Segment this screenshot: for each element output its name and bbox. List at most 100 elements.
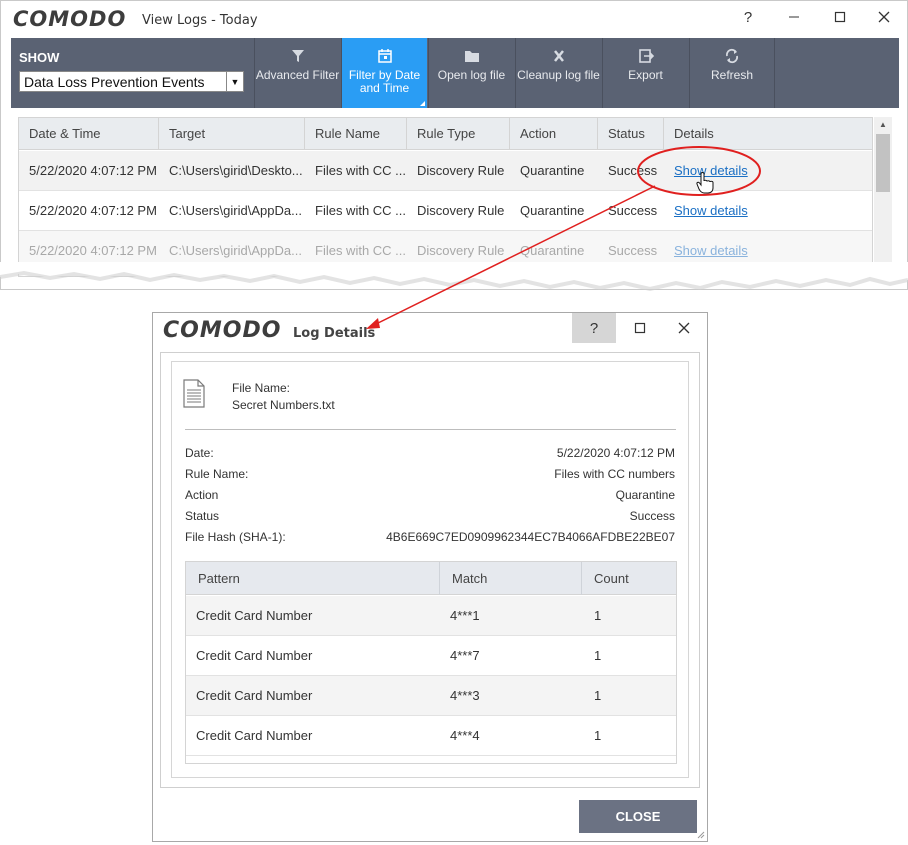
close-window-button[interactable] bbox=[662, 313, 706, 343]
vertical-scrollbar[interactable]: ▲ bbox=[874, 117, 892, 277]
cell-count: 1 bbox=[594, 648, 602, 663]
folder-icon bbox=[464, 51, 479, 62]
export-button[interactable]: Export bbox=[602, 38, 688, 108]
column-header[interactable]: Rule Type bbox=[407, 118, 510, 150]
close-button[interactable]: CLOSE bbox=[579, 800, 697, 833]
cell-match: 4***7 bbox=[450, 648, 480, 663]
table-row[interactable]: Credit Card Number 4***3 1 bbox=[186, 676, 676, 716]
cell-action: Quarantine bbox=[520, 163, 585, 178]
status-value: Success bbox=[629, 509, 675, 523]
refresh-button[interactable]: Refresh bbox=[689, 38, 775, 108]
action-label: Action bbox=[185, 488, 219, 502]
x-icon bbox=[553, 50, 564, 62]
show-label: SHOW bbox=[19, 50, 60, 65]
cell-match: 4***1 bbox=[450, 608, 480, 623]
show-details-link[interactable]: Show details bbox=[674, 163, 748, 178]
cell-rule-type: Discovery Rule bbox=[417, 163, 505, 178]
column-header[interactable]: Action bbox=[510, 118, 598, 150]
rule-name-value: Files with CC numbers bbox=[554, 467, 675, 481]
show-dropdown-value: Data Loss Prevention Events bbox=[24, 73, 205, 90]
window-title: View Logs - Today bbox=[142, 13, 258, 28]
log-table: Date & Time Target Rule Name Rule Type A… bbox=[18, 117, 873, 277]
status-label: Status bbox=[185, 509, 220, 523]
show-details-link[interactable]: Show details bbox=[674, 203, 748, 218]
filter-by-date-button[interactable]: Filter by Date and Time bbox=[341, 38, 427, 108]
help-button[interactable]: ? bbox=[725, 1, 771, 33]
scroll-up-icon[interactable]: ▲ bbox=[874, 117, 892, 133]
cell-pattern: Credit Card Number bbox=[196, 728, 313, 743]
cell-pattern: Credit Card Number bbox=[196, 648, 313, 663]
cell-rule-name: Files with CC ... bbox=[315, 163, 407, 178]
cell-match: 4***4 bbox=[450, 728, 480, 743]
minimize-icon bbox=[789, 16, 799, 18]
maximize-button[interactable] bbox=[618, 313, 662, 343]
help-button[interactable]: ? bbox=[572, 313, 616, 343]
column-header[interactable]: Target bbox=[159, 118, 305, 150]
advanced-filter-label: Advanced Filter bbox=[255, 68, 340, 82]
comodo-logo: COMODO bbox=[163, 318, 282, 343]
cell-pattern: Credit Card Number bbox=[196, 688, 313, 703]
resize-grip-icon[interactable] bbox=[695, 829, 705, 839]
action-value: Quarantine bbox=[615, 488, 675, 502]
divider bbox=[185, 429, 676, 430]
table-row[interactable]: 5/22/2020 4:07:12 PM C:\Users\girid\AppD… bbox=[19, 191, 872, 231]
file-name-label: File Name: bbox=[232, 381, 291, 395]
table-row[interactable]: 5/22/2020 4:07:12 PM C:\Users\girid\Desk… bbox=[19, 151, 872, 191]
comodo-logo: COMODO bbox=[13, 7, 127, 31]
refresh-icon bbox=[725, 48, 739, 64]
cell-date: 5/22/2020 4:07:12 PM bbox=[29, 203, 157, 218]
maximize-button[interactable] bbox=[817, 1, 863, 33]
cell-action: Quarantine bbox=[520, 203, 585, 218]
date-label: Date: bbox=[185, 446, 214, 460]
column-header[interactable]: Match bbox=[440, 562, 582, 595]
cleanup-log-file-button[interactable]: Cleanup log file bbox=[515, 38, 601, 108]
table-row[interactable]: Credit Card Number 4***4 1 bbox=[186, 716, 676, 756]
column-header[interactable]: Status bbox=[598, 118, 664, 150]
show-dropdown[interactable]: Data Loss Prevention Events ▼ bbox=[19, 71, 244, 92]
calendar-icon bbox=[377, 49, 392, 63]
cell-target: C:\Users\girid\AppDa... bbox=[169, 203, 302, 218]
close-window-button[interactable] bbox=[861, 1, 907, 33]
cell-count: 1 bbox=[594, 688, 602, 703]
file-hash-label: File Hash (SHA-1): bbox=[185, 530, 286, 544]
column-header[interactable]: Details bbox=[664, 118, 872, 150]
title-bar: COMODO View Logs - Today ? bbox=[1, 1, 907, 37]
cell-date: 5/22/2020 4:07:12 PM bbox=[29, 163, 157, 178]
close-icon bbox=[678, 322, 690, 334]
pattern-table: Pattern Match Count Credit Card Number 4… bbox=[185, 561, 677, 764]
scroll-thumb[interactable] bbox=[876, 134, 890, 192]
minimize-button[interactable] bbox=[771, 1, 817, 33]
maximize-icon bbox=[634, 322, 646, 334]
column-header[interactable]: Count bbox=[582, 562, 676, 595]
cell-status: Success bbox=[608, 203, 658, 218]
column-header[interactable]: Rule Name bbox=[305, 118, 407, 150]
funnel-icon bbox=[291, 50, 304, 62]
show-details-link[interactable]: Show details bbox=[674, 243, 748, 258]
table-row[interactable]: Credit Card Number 4***1 1 bbox=[186, 596, 676, 636]
date-value: 5/22/2020 4:07:12 PM bbox=[556, 446, 675, 460]
export-label: Export bbox=[628, 68, 663, 82]
open-log-file-button[interactable]: Open log file bbox=[428, 38, 514, 108]
dialog-title: Log Details bbox=[293, 326, 376, 341]
close-icon bbox=[878, 11, 890, 23]
table-header: Date & Time Target Rule Name Rule Type A… bbox=[19, 118, 872, 150]
rule-name-label: Rule Name: bbox=[185, 467, 249, 481]
cell-status: Success bbox=[608, 163, 658, 178]
cell-rule-name: Files with CC ... bbox=[315, 203, 407, 218]
view-logs-window: COMODO View Logs - Today ? SHOW Data Los… bbox=[0, 0, 908, 290]
cell-count: 1 bbox=[594, 728, 602, 743]
cleanup-log-file-label: Cleanup log file bbox=[517, 68, 600, 82]
toolbar: SHOW Data Loss Prevention Events ▼ Advan… bbox=[11, 38, 899, 108]
advanced-filter-button[interactable]: Advanced Filter bbox=[254, 38, 340, 108]
torn-edge-divider bbox=[0, 262, 908, 292]
column-header[interactable]: Pattern bbox=[186, 562, 440, 595]
dropdown-corner-icon bbox=[420, 101, 425, 106]
chevron-down-icon: ▼ bbox=[226, 72, 243, 91]
table-row[interactable]: Credit Card Number 4***7 1 bbox=[186, 636, 676, 676]
maximize-icon bbox=[834, 11, 846, 23]
column-header[interactable]: Date & Time bbox=[19, 118, 159, 150]
log-details-dialog: COMODO Log Details ? File Name: Secret N… bbox=[152, 312, 708, 842]
cell-pattern: Credit Card Number bbox=[196, 608, 313, 623]
text-file-icon bbox=[183, 379, 205, 408]
export-icon bbox=[638, 49, 654, 63]
